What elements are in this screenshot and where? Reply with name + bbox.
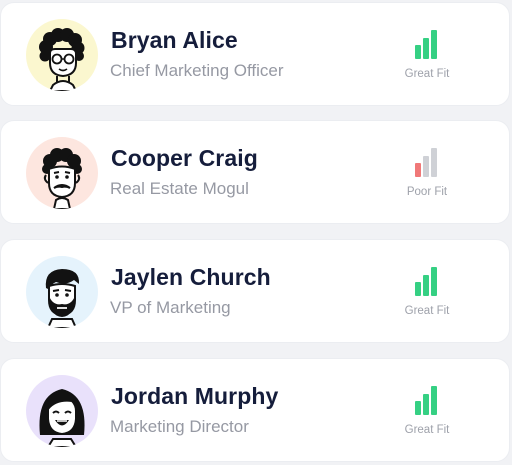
- fit-label: Great Fit: [404, 424, 450, 436]
- contact-card[interactable]: Cooper Craig Real Estate Mogul Poor Fit: [0, 120, 510, 224]
- signal-bars-icon: [415, 29, 439, 59]
- fit-label: Poor Fit: [406, 186, 448, 198]
- contact-card[interactable]: Bryan Alice Chief Marketing Officer Grea…: [0, 2, 510, 106]
- fit-bar-1: [415, 282, 421, 296]
- signal-bars-icon: [415, 266, 439, 296]
- contact-name: Cooper Craig: [111, 145, 258, 171]
- fit-bar-3: [431, 30, 437, 59]
- fit-bar-3: [431, 267, 437, 296]
- fit-label: Great Fit: [404, 68, 450, 80]
- fit-bar-2: [423, 38, 429, 59]
- fit-bar-2: [423, 275, 429, 296]
- contact-title: VP of Marketing: [110, 298, 231, 317]
- contact-name: Bryan Alice: [111, 27, 238, 53]
- fit-label: Great Fit: [404, 305, 450, 317]
- contact-name: Jaylen Church: [111, 264, 271, 290]
- fit-indicator: Great Fit: [397, 381, 457, 441]
- fit-indicator: Great Fit: [397, 262, 457, 322]
- fit-indicator: Great Fit: [397, 25, 457, 85]
- contact-title: Marketing Director: [110, 417, 249, 436]
- fit-bar-1: [415, 45, 421, 59]
- contact-card[interactable]: Jordan Murphy Marketing Director Great F…: [0, 358, 510, 462]
- fit-bar-2: [423, 156, 429, 177]
- curly-hair-glasses-avatar-icon: [26, 19, 98, 91]
- contact-title: Chief Marketing Officer: [110, 61, 284, 80]
- fit-bar-2: [423, 394, 429, 415]
- fit-indicator: Poor Fit: [397, 143, 457, 203]
- bearded-man-avatar-icon: [26, 256, 98, 328]
- contact-card[interactable]: Jaylen Church VP of Marketing Great Fit: [0, 239, 510, 343]
- mustache-man-avatar-icon: [26, 137, 98, 209]
- signal-bars-icon: [415, 147, 439, 177]
- contact-title: Real Estate Mogul: [110, 179, 249, 198]
- contact-name: Jordan Murphy: [111, 383, 279, 409]
- fit-bar-3: [431, 386, 437, 415]
- fit-bar-1: [415, 401, 421, 415]
- laughing-woman-avatar-icon: [26, 375, 98, 447]
- signal-bars-icon: [415, 385, 439, 415]
- fit-bar-1: [415, 163, 421, 177]
- fit-bar-3: [431, 148, 437, 177]
